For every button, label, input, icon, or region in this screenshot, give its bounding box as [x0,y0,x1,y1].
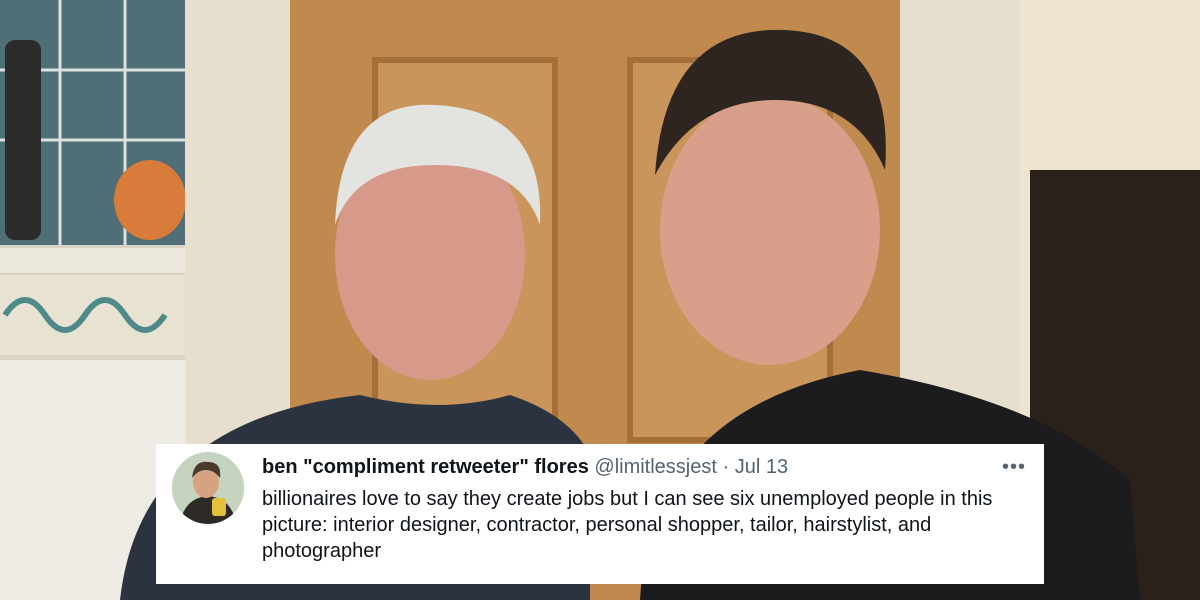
tweet-card[interactable]: ben "compliment retweeter" flores @limit… [156,444,1044,584]
display-name[interactable]: ben "compliment retweeter" flores [262,456,589,478]
separator-dot: · [722,456,730,478]
more-horizontal-icon[interactable]: ••• [1002,454,1026,480]
user-handle[interactable]: @limitlessjest [594,456,717,478]
tweet-date[interactable]: Jul 13 [735,456,788,478]
avatar[interactable] [172,452,244,524]
tweet-header: ben "compliment retweeter" flores @limit… [262,454,1030,480]
tweet-text: billionaires love to say they create job… [262,488,993,562]
